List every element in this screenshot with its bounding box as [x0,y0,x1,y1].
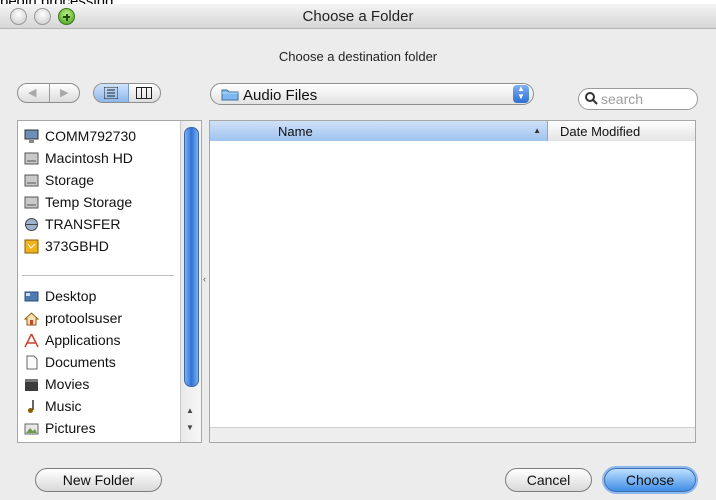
back-arrow-icon[interactable]: ◀ [28,86,36,99]
sidebar-item-protoolsuser[interactable]: protoolsuser [23,307,123,329]
window-title: Choose a Folder [302,8,414,25]
popup-stepper-icon[interactable]: ▲ ▼ [513,85,529,103]
back-forward-control: ◀ ▶ [17,83,80,103]
view-mode-control [93,83,161,103]
hard-disk-icon [24,195,39,210]
pictures-icon [24,421,39,436]
date-modified-column-label: Date Modified [560,124,641,139]
column-header: Name ▲ Date Modified [210,121,695,141]
home-icon [23,311,40,326]
choose-button[interactable]: Choose [604,468,696,492]
folder-icon [221,89,239,101]
search-field[interactable]: search [578,88,698,110]
hard-disk-icon [24,151,39,166]
name-column-header[interactable]: Name ▲ [210,121,548,141]
list-view-icon [104,87,118,99]
splitter-handle[interactable]: ‹ [203,274,206,284]
scrollbar-thumb[interactable] [184,127,199,387]
music-icon [24,399,39,414]
sidebar-scrollbar[interactable]: ▲ ▼ [180,121,201,442]
location-popup[interactable]: Audio Files ▲ ▼ [210,83,534,105]
location-label: Audio Files [243,87,318,104]
sidebar-item-movies[interactable]: Movies [24,373,89,395]
sidebar-item-label: 373GBHD [45,238,109,254]
sidebar-divider [22,275,174,276]
search-placeholder: search [601,91,644,107]
applications-icon [24,333,39,348]
sidebar: COMM792730 Macintosh HD Storage Temp Sto… [17,120,202,443]
name-column-label: Name [278,124,313,139]
magnifier-icon [585,92,598,105]
sidebar-item-comm792730[interactable]: COMM792730 [24,125,136,147]
choose-folder-dialog: Choose a Folder Choose a destination fol… [0,4,716,500]
scroll-down-arrow-icon[interactable]: ▼ [186,423,194,432]
sidebar-item-label: Macintosh HD [45,150,133,166]
sidebar-item-label: Applications [45,332,121,348]
new-folder-button[interactable]: New Folder [35,468,162,492]
dialog-prompt: Choose a destination folder [278,49,438,64]
sidebar-item-pictures[interactable]: Pictures [24,417,96,439]
sidebar-item-applications[interactable]: Applications [24,329,121,351]
sidebar-item-label: Documents [45,354,116,370]
desktop-icon [24,289,39,304]
hard-disk-icon [24,173,39,188]
sidebar-item-label: Temp Storage [45,194,133,210]
sidebar-item-label: COMM792730 [45,128,137,144]
cancel-button[interactable]: Cancel [505,468,592,492]
network-volume-icon [24,217,39,232]
forward-arrow-icon[interactable]: ▶ [60,86,68,99]
sidebar-item-documents[interactable]: Documents [24,351,116,373]
movies-icon [24,377,39,392]
date-modified-column-header[interactable]: Date Modified [548,121,695,141]
sidebar-item-label: Desktop [45,288,97,304]
sidebar-item-label: Movies [45,376,90,392]
sidebar-item-desktop[interactable]: Desktop [24,285,96,307]
sidebar-item-temp-storage[interactable]: Temp Storage [24,191,132,213]
horizontal-scrollbar[interactable] [210,427,695,442]
sidebar-item-label: Music [45,398,82,414]
sidebar-item-label: TRANSFER [45,216,121,232]
column-view-icon[interactable] [136,87,152,99]
sidebar-item-label: Storage [45,172,95,188]
scroll-up-arrow-icon[interactable]: ▲ [186,406,194,415]
sidebar-item-storage[interactable]: Storage [24,169,94,191]
external-drive-icon [24,239,39,254]
file-browser: Name ▲ Date Modified [209,120,696,443]
sidebar-item-373gbhd[interactable]: 373GBHD [24,235,109,257]
sort-ascending-icon: ▲ [533,126,541,135]
computer-icon [24,129,39,144]
sidebar-item-label: protoolsuser [45,310,123,326]
title-bar: Choose a Folder [0,4,716,29]
sidebar-item-music[interactable]: Music [24,395,82,417]
sidebar-item-transfer[interactable]: TRANSFER [24,213,120,235]
sidebar-item-label: Pictures [45,420,96,436]
documents-icon [24,355,39,370]
sidebar-item-macintosh-hd[interactable]: Macintosh HD [24,147,133,169]
